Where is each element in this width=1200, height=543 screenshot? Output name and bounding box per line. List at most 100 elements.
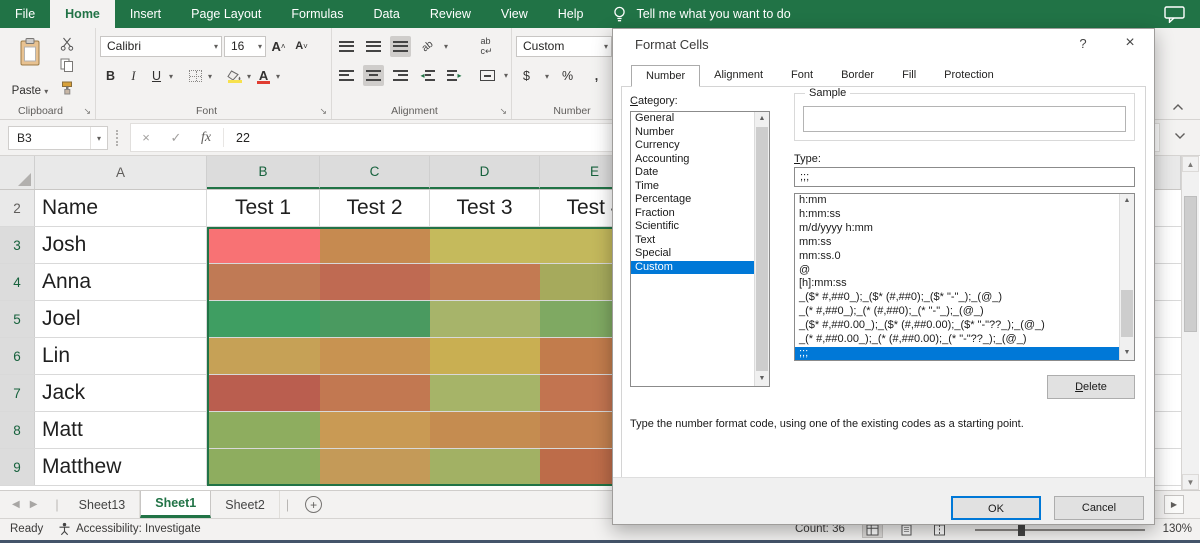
accounting-dropdown-icon[interactable]: ▾ [545, 72, 549, 81]
column-header-d[interactable]: D [430, 156, 540, 189]
font-color-icon[interactable]: A [253, 66, 274, 87]
cell-A7[interactable]: Jack [35, 375, 207, 411]
ribbon-tab-page-layout[interactable]: Page Layout [176, 0, 276, 28]
cell-C6[interactable] [320, 338, 430, 374]
cell-C4[interactable] [320, 264, 430, 300]
cell-D7[interactable] [430, 375, 540, 411]
category-item-text[interactable]: Text [631, 234, 754, 248]
name-box[interactable]: B3 ▾ [8, 126, 108, 150]
ribbon-tab-help[interactable]: Help [543, 0, 599, 28]
ribbon-tab-view[interactable]: View [486, 0, 543, 28]
category-scroll-up-icon[interactable]: ▲ [755, 112, 769, 126]
cell-B5[interactable] [207, 301, 320, 337]
merge-dropdown-icon[interactable]: ▾ [504, 71, 508, 80]
dialog-tab-number[interactable]: Number [631, 65, 700, 87]
cut-icon[interactable] [56, 35, 77, 52]
category-listbox[interactable]: GeneralNumberCurrencyAccountingDateTimeP… [630, 111, 770, 387]
row-header-3[interactable]: 3 [0, 227, 35, 263]
cell-B4[interactable] [207, 264, 320, 300]
number-format-combo[interactable]: Custom▾ [516, 36, 612, 57]
percent-style-icon[interactable]: % [557, 66, 578, 87]
column-header-b[interactable]: B [207, 156, 320, 189]
sheet-nav-right-icon[interactable]: ▶ [30, 499, 38, 510]
decrease-font-icon[interactable]: A˅ [291, 36, 312, 57]
merge-center-icon[interactable] [477, 65, 498, 86]
wrap-text-icon[interactable]: abc↵ [476, 36, 497, 57]
category-item-percentage[interactable]: Percentage [631, 193, 754, 207]
page-layout-view-icon[interactable] [897, 523, 916, 537]
cancel-entry-icon[interactable]: × [131, 130, 161, 145]
ribbon-tab-home[interactable]: Home [50, 0, 115, 28]
type-option-1[interactable]: h:mm:ss [795, 208, 1119, 222]
scroll-down-icon[interactable]: ▼ [1182, 474, 1199, 490]
sheet-tab-sheet13[interactable]: Sheet13 [65, 491, 141, 518]
fill-color-icon[interactable] [224, 66, 245, 87]
cell-B6[interactable] [207, 338, 320, 374]
sheet-tab-sheet1[interactable]: Sheet1 [140, 491, 211, 518]
zoom-slider-track[interactable] [975, 529, 1145, 531]
orientation-icon[interactable]: ab [417, 36, 438, 57]
cell-D3[interactable] [430, 227, 540, 263]
copy-icon[interactable] [56, 57, 77, 74]
enter-entry-icon[interactable]: ✓ [161, 130, 191, 146]
row-header-8[interactable]: 8 [0, 412, 35, 448]
delete-button[interactable]: Delete [1047, 375, 1135, 399]
category-item-accounting[interactable]: Accounting [631, 153, 754, 167]
accessibility-status[interactable]: Accessibility: Investigate [58, 522, 201, 536]
category-item-number[interactable]: Number [631, 126, 754, 140]
row-header-9[interactable]: 9 [0, 449, 35, 485]
paste-button[interactable]: Paste ▾ [8, 34, 52, 100]
vertical-scrollbar-thumb[interactable] [1184, 196, 1197, 332]
cell-A5[interactable]: Joel [35, 301, 207, 337]
accounting-format-icon[interactable]: $ [516, 66, 537, 87]
format-painter-icon[interactable] [56, 79, 77, 96]
type-option-9[interactable]: _($* #,##0.00_);_($* (#,##0.00);_($* "-"… [795, 319, 1119, 333]
type-input[interactable] [794, 167, 1135, 187]
row-header-5[interactable]: 5 [0, 301, 35, 337]
dialog-title-bar[interactable]: Format Cells [613, 29, 1154, 59]
type-option-4[interactable]: mm:ss.0 [795, 250, 1119, 264]
italic-button[interactable]: I [123, 66, 144, 87]
category-item-custom[interactable]: Custom [631, 261, 754, 275]
column-header-a[interactable]: A [35, 156, 207, 189]
cancel-button[interactable]: Cancel [1054, 496, 1144, 520]
comments-icon[interactable] [1164, 6, 1186, 23]
decrease-indent-icon[interactable]: ◂ [417, 65, 438, 86]
vertical-scrollbar[interactable]: ▲ ▼ [1181, 156, 1199, 490]
dialog-help-button[interactable]: ? [1074, 36, 1092, 51]
cell-A8[interactable]: Matt [35, 412, 207, 448]
cell-D6[interactable] [430, 338, 540, 374]
font-size-combo[interactable]: 16▾ [224, 36, 266, 57]
sheet-tab-sheet2[interactable]: Sheet2 [211, 491, 280, 518]
middle-align-icon[interactable] [363, 36, 384, 57]
ribbon-tab-review[interactable]: Review [415, 0, 486, 28]
cell-D9[interactable] [430, 449, 540, 485]
cell-A3[interactable]: Josh [35, 227, 207, 263]
category-item-scientific[interactable]: Scientific [631, 220, 754, 234]
orientation-dropdown-icon[interactable]: ▾ [444, 42, 448, 51]
align-left-icon[interactable] [336, 65, 357, 86]
type-option-11[interactable]: ;;; [795, 347, 1119, 360]
paste-dropdown-icon[interactable]: ▾ [44, 87, 48, 96]
type-scroll-down-icon[interactable]: ▼ [1120, 346, 1134, 360]
cell-B9[interactable] [207, 449, 320, 485]
dialog-tab-border[interactable]: Border [827, 65, 888, 86]
formula-bar-splitter[interactable] [116, 130, 118, 146]
type-scrollbar[interactable]: ▲ ▼ [1119, 194, 1134, 360]
row-header-6[interactable]: 6 [0, 338, 35, 374]
type-option-6[interactable]: [h]:mm:ss [795, 277, 1119, 291]
ribbon-tab-file[interactable]: File [0, 0, 50, 28]
horizontal-scroll-right-icon[interactable]: ▶ [1164, 495, 1184, 514]
font-name-combo[interactable]: Calibri▾ [100, 36, 222, 57]
borders-icon[interactable] [185, 66, 206, 87]
increase-font-icon[interactable]: A˄ [268, 36, 289, 57]
top-align-icon[interactable] [336, 36, 357, 57]
ribbon-tab-formulas[interactable]: Formulas [276, 0, 358, 28]
type-option-2[interactable]: m/d/yyyy h:mm [795, 222, 1119, 236]
cell-D4[interactable] [430, 264, 540, 300]
cell-B7[interactable] [207, 375, 320, 411]
category-item-time[interactable]: Time [631, 180, 754, 194]
type-listbox[interactable]: h:mmh:mm:ssm/d/yyyy h:mmmm:ssmm:ss.0@[h]… [794, 193, 1135, 361]
alignment-dialog-launcher-icon[interactable]: ↘ [499, 106, 507, 117]
align-center-icon[interactable] [363, 65, 384, 86]
